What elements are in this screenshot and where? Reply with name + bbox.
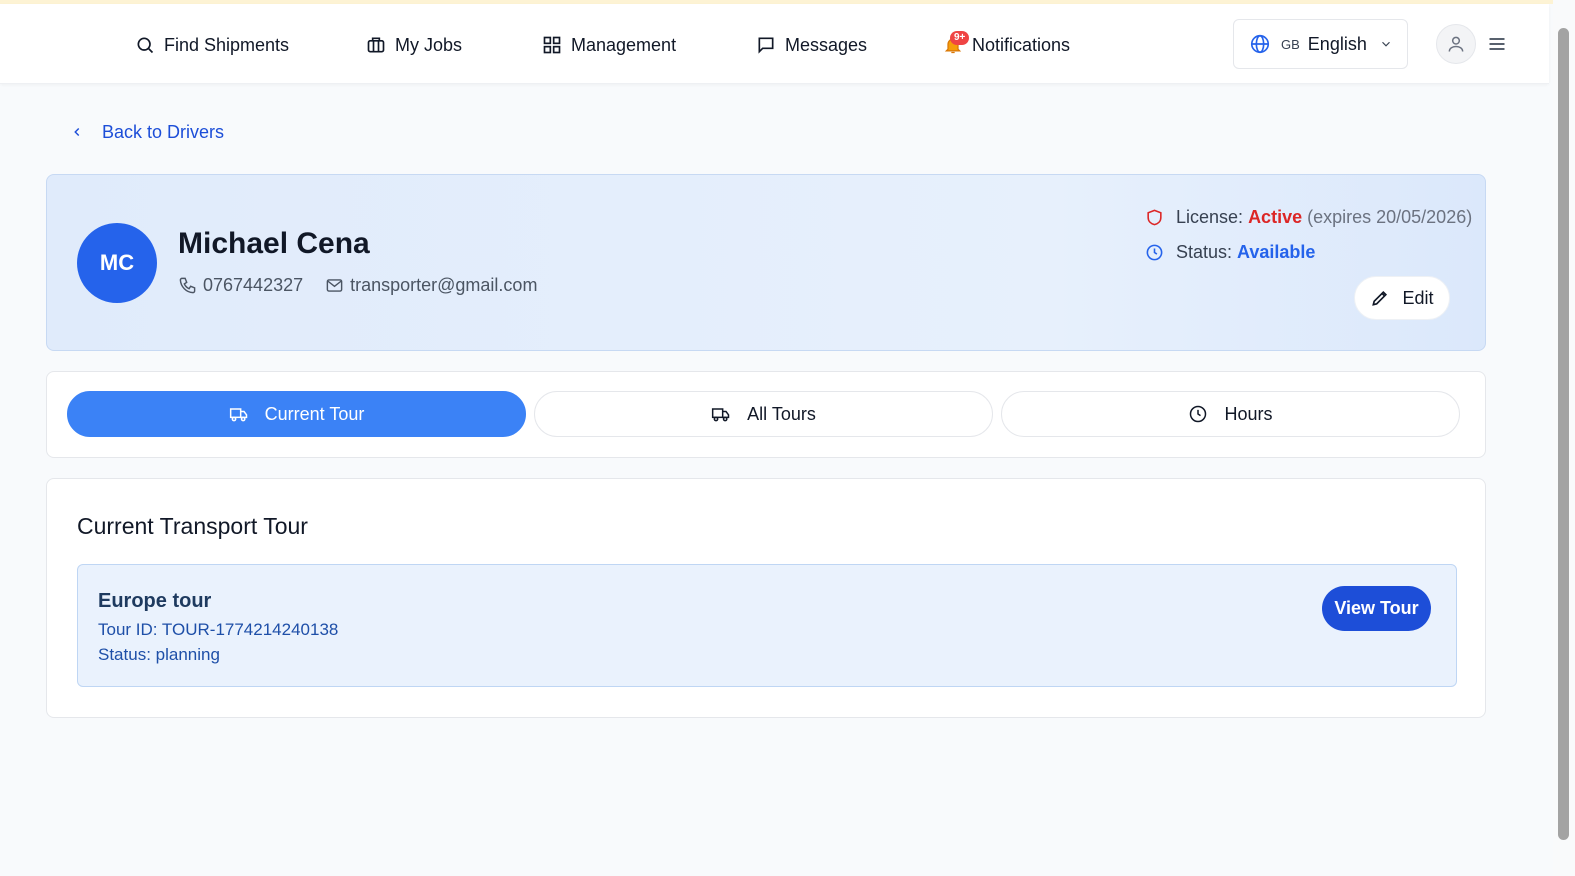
- user-avatar-button[interactable]: [1436, 24, 1476, 64]
- edit-label: Edit: [1402, 287, 1434, 308]
- hamburger-menu-button[interactable]: [1487, 34, 1507, 59]
- license-status: Active: [1248, 207, 1303, 227]
- message-icon: [758, 37, 774, 54]
- clock-icon: [1190, 405, 1207, 423]
- user-icon: [1448, 36, 1464, 52]
- driver-profile-card: MC Michael Cena 0767442327 transporter@g…: [46, 174, 1486, 351]
- truck-icon: [712, 408, 730, 422]
- current-tour-heading: Current Transport Tour: [77, 513, 308, 539]
- notifications-badge: 9+: [950, 31, 970, 45]
- driver-name: Michael Cena: [178, 227, 370, 260]
- chevron-left-icon: [74, 127, 80, 137]
- driver-phone-value: 0767442327: [203, 275, 304, 295]
- briefcase-icon: [367, 37, 385, 53]
- scrollbar-thumb[interactable]: [1558, 28, 1569, 840]
- nav-management-label: Management: [571, 34, 677, 55]
- tab-all-tours-label: All Tours: [747, 403, 816, 424]
- edit-button[interactable]: Edit: [1354, 276, 1450, 320]
- back-to-drivers-label: Back to Drivers: [102, 121, 225, 142]
- nav-find-shipments-label: Find Shipments: [164, 34, 290, 55]
- tab-hours-label: Hours: [1224, 403, 1273, 424]
- globe-icon: [1250, 34, 1270, 54]
- tour-name: Europe tour: [98, 590, 212, 612]
- driver-phone: 0767442327: [178, 275, 303, 296]
- chevron-down-icon: [1381, 41, 1390, 47]
- language-selector[interactable]: GB English: [1233, 19, 1408, 69]
- tab-current-tour-label: Current Tour: [264, 403, 365, 424]
- avatar: MC: [77, 223, 157, 303]
- license-expiry: (expires 20/05/2026): [1307, 207, 1473, 227]
- truck-icon: [229, 408, 247, 422]
- nav-notifications[interactable]: 9+ Notifications: [943, 30, 1070, 60]
- current-tour-card: Current Transport Tour Europe tour Tour …: [46, 478, 1486, 718]
- phone-icon: [179, 277, 196, 294]
- nav-management[interactable]: Management: [542, 30, 676, 60]
- bell-icon: 9+: [943, 31, 970, 55]
- availability-info: Status: Available: [1145, 242, 1315, 263]
- grid-icon: [543, 36, 561, 54]
- language-label: English: [1307, 33, 1367, 54]
- status-label: Status:: [1176, 242, 1233, 262]
- status-value: Available: [1237, 242, 1316, 262]
- tabs-bar: Current Tour All Tours Hours: [46, 371, 1486, 458]
- pencil-icon: [1372, 290, 1388, 306]
- driver-email: transporter@gmail.com: [325, 275, 537, 296]
- menu-icon: [1489, 38, 1505, 50]
- nav-messages-label: Messages: [785, 34, 868, 55]
- nav-notifications-label: Notifications: [972, 34, 1071, 55]
- driver-email-value: transporter@gmail.com: [350, 275, 538, 295]
- view-tour-button[interactable]: View Tour: [1322, 586, 1431, 631]
- license-info: License: Active (expires 20/05/2026): [1145, 207, 1472, 228]
- search-icon: [137, 37, 154, 54]
- mail-icon: [326, 279, 343, 292]
- driver-contact: 0767442327 transporter@gmail.com: [178, 275, 537, 296]
- top-navbar: Find Shipments My Jobs Management Messag…: [0, 4, 1549, 84]
- tab-all-tours[interactable]: All Tours: [534, 391, 993, 437]
- shield-icon: [1147, 209, 1162, 226]
- language-flag-code: GB: [1281, 36, 1300, 52]
- tour-id: Tour ID: TOUR-1774214240138: [98, 620, 339, 639]
- nav-find-shipments[interactable]: Find Shipments: [135, 30, 289, 60]
- clock-icon: [1146, 244, 1163, 261]
- tab-hours[interactable]: Hours: [1001, 391, 1460, 437]
- nav-my-jobs-label: My Jobs: [395, 34, 463, 55]
- nav-messages[interactable]: Messages: [756, 30, 867, 60]
- back-to-drivers-link[interactable]: Back to Drivers: [70, 118, 224, 146]
- tour-item: Europe tour Tour ID: TOUR-1774214240138 …: [77, 564, 1457, 687]
- nav-my-jobs[interactable]: My Jobs: [366, 30, 462, 60]
- license-label: License:: [1176, 207, 1244, 227]
- tab-current-tour[interactable]: Current Tour: [67, 391, 526, 437]
- tour-status: Status: planning: [98, 645, 220, 664]
